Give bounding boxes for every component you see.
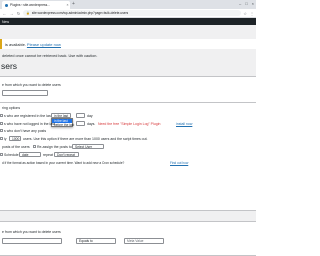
batch-checkbox[interactable] [0, 137, 3, 140]
schedule-note: d if the format as action based in your … [2, 161, 125, 165]
browser-tab[interactable]: Plugins ‹ site.wordexpress... × [2, 1, 70, 9]
tab-title: Plugins ‹ site.wordexpress... [10, 3, 50, 7]
admin-bar-new[interactable]: New [2, 20, 9, 24]
schedule-repeat-label: repeat [43, 153, 53, 157]
schedule-checkbox[interactable] [0, 153, 3, 156]
registered-label: s who are registered in the last [4, 114, 52, 118]
schedule-repeat-select[interactable]: Don't repeat [54, 152, 79, 157]
bookmark-star-icon[interactable]: ☆ [243, 11, 247, 16]
batch-prefix: ly [4, 137, 7, 141]
no-posts-label: s who don't have any posts [4, 129, 47, 133]
wp-admin-bar: New [0, 18, 256, 25]
registered-checkbox[interactable] [0, 114, 3, 117]
url-text: site.wordexpress.com/wp-admin/admin.php?… [31, 11, 129, 15]
no-posts-checkbox[interactable] [0, 129, 3, 132]
schedule-prefix: Schedule [4, 153, 19, 157]
wordpress-favicon-icon [5, 3, 8, 7]
meta-key-select[interactable] [2, 238, 62, 244]
browser-addressbar: ← → ↻ 🔒 site.wordexpress.com/wp-admin/ad… [0, 9, 256, 18]
url-field[interactable]: 🔒 site.wordexpress.com/wp-admin/admin.ph… [23, 10, 242, 16]
lock-icon: 🔒 [26, 11, 30, 15]
delete-users-by-meta-panel: e from which you want to delete users Eq… [0, 221, 256, 256]
back-icon[interactable]: ← [2, 11, 7, 16]
role-select[interactable] [2, 90, 48, 96]
tab-close-icon[interactable]: × [65, 3, 70, 7]
reload-icon[interactable]: ↻ [16, 11, 21, 16]
find-out-how-link[interactable]: Find out how [170, 161, 188, 165]
requires-plugin-text: Need the free "Simple Login Log" Plugin [98, 122, 161, 126]
reassign-label: posts of the users [2, 145, 30, 149]
meta-value-input[interactable]: Meta Value [124, 238, 164, 244]
filter-heading: ring options [2, 106, 21, 110]
maximize-icon[interactable]: □ [245, 1, 247, 6]
admin-content: is available. Please update now deleted … [0, 25, 256, 256]
not-logged-label: s who have not logged in the last [4, 122, 55, 126]
update-notice: is available. Please update now [0, 39, 256, 49]
new-tab-button[interactable]: + [72, 1, 75, 7]
delete-users-by-role-panel: e from which you want to delete users ri… [0, 76, 256, 211]
days-label: day [87, 114, 93, 118]
close-window-icon[interactable]: × [252, 1, 254, 6]
schedule-date-input[interactable]: date [19, 152, 41, 157]
install-now-link[interactable]: install now [176, 122, 192, 126]
forward-icon[interactable]: → [9, 11, 14, 16]
days-label-2: days. [87, 122, 96, 126]
browser-menu-icon[interactable]: ⋮ [250, 11, 254, 16]
meta-operator-select[interactable]: Equals to [76, 238, 116, 244]
page-title: sers [1, 61, 18, 71]
browser-tabbar: Plugins ‹ site.wordexpress... × + – □ × [0, 0, 256, 9]
reassign-checkbox[interactable] [33, 145, 36, 148]
registered-days-input[interactable] [76, 113, 85, 118]
not-logged-checkbox[interactable] [0, 122, 3, 125]
not-logged-days-input[interactable] [76, 121, 85, 126]
update-now-link[interactable]: Please update now [27, 42, 61, 47]
notice-text: is available. [5, 41, 26, 47]
role-intro: e from which you want to delete users [2, 83, 61, 87]
meta-intro: e from which you want to delete users [2, 230, 61, 234]
dropdown-option-before-the-last[interactable]: before the last [52, 123, 74, 127]
reassign-mid: Re-assign the posts to [37, 145, 72, 149]
batch-text: users. Use this option if there are more… [23, 137, 148, 141]
window-controls: – □ × [239, 1, 254, 6]
reassign-user-select[interactable]: Select User [72, 144, 104, 149]
minimize-icon[interactable]: – [239, 1, 241, 6]
browser-toolbar-icons: ☆ ⋮ [243, 11, 254, 16]
batch-size-input[interactable]: 1000 [9, 136, 21, 141]
warning-text: deleted once cannot be retrieved back. U… [2, 54, 98, 58]
